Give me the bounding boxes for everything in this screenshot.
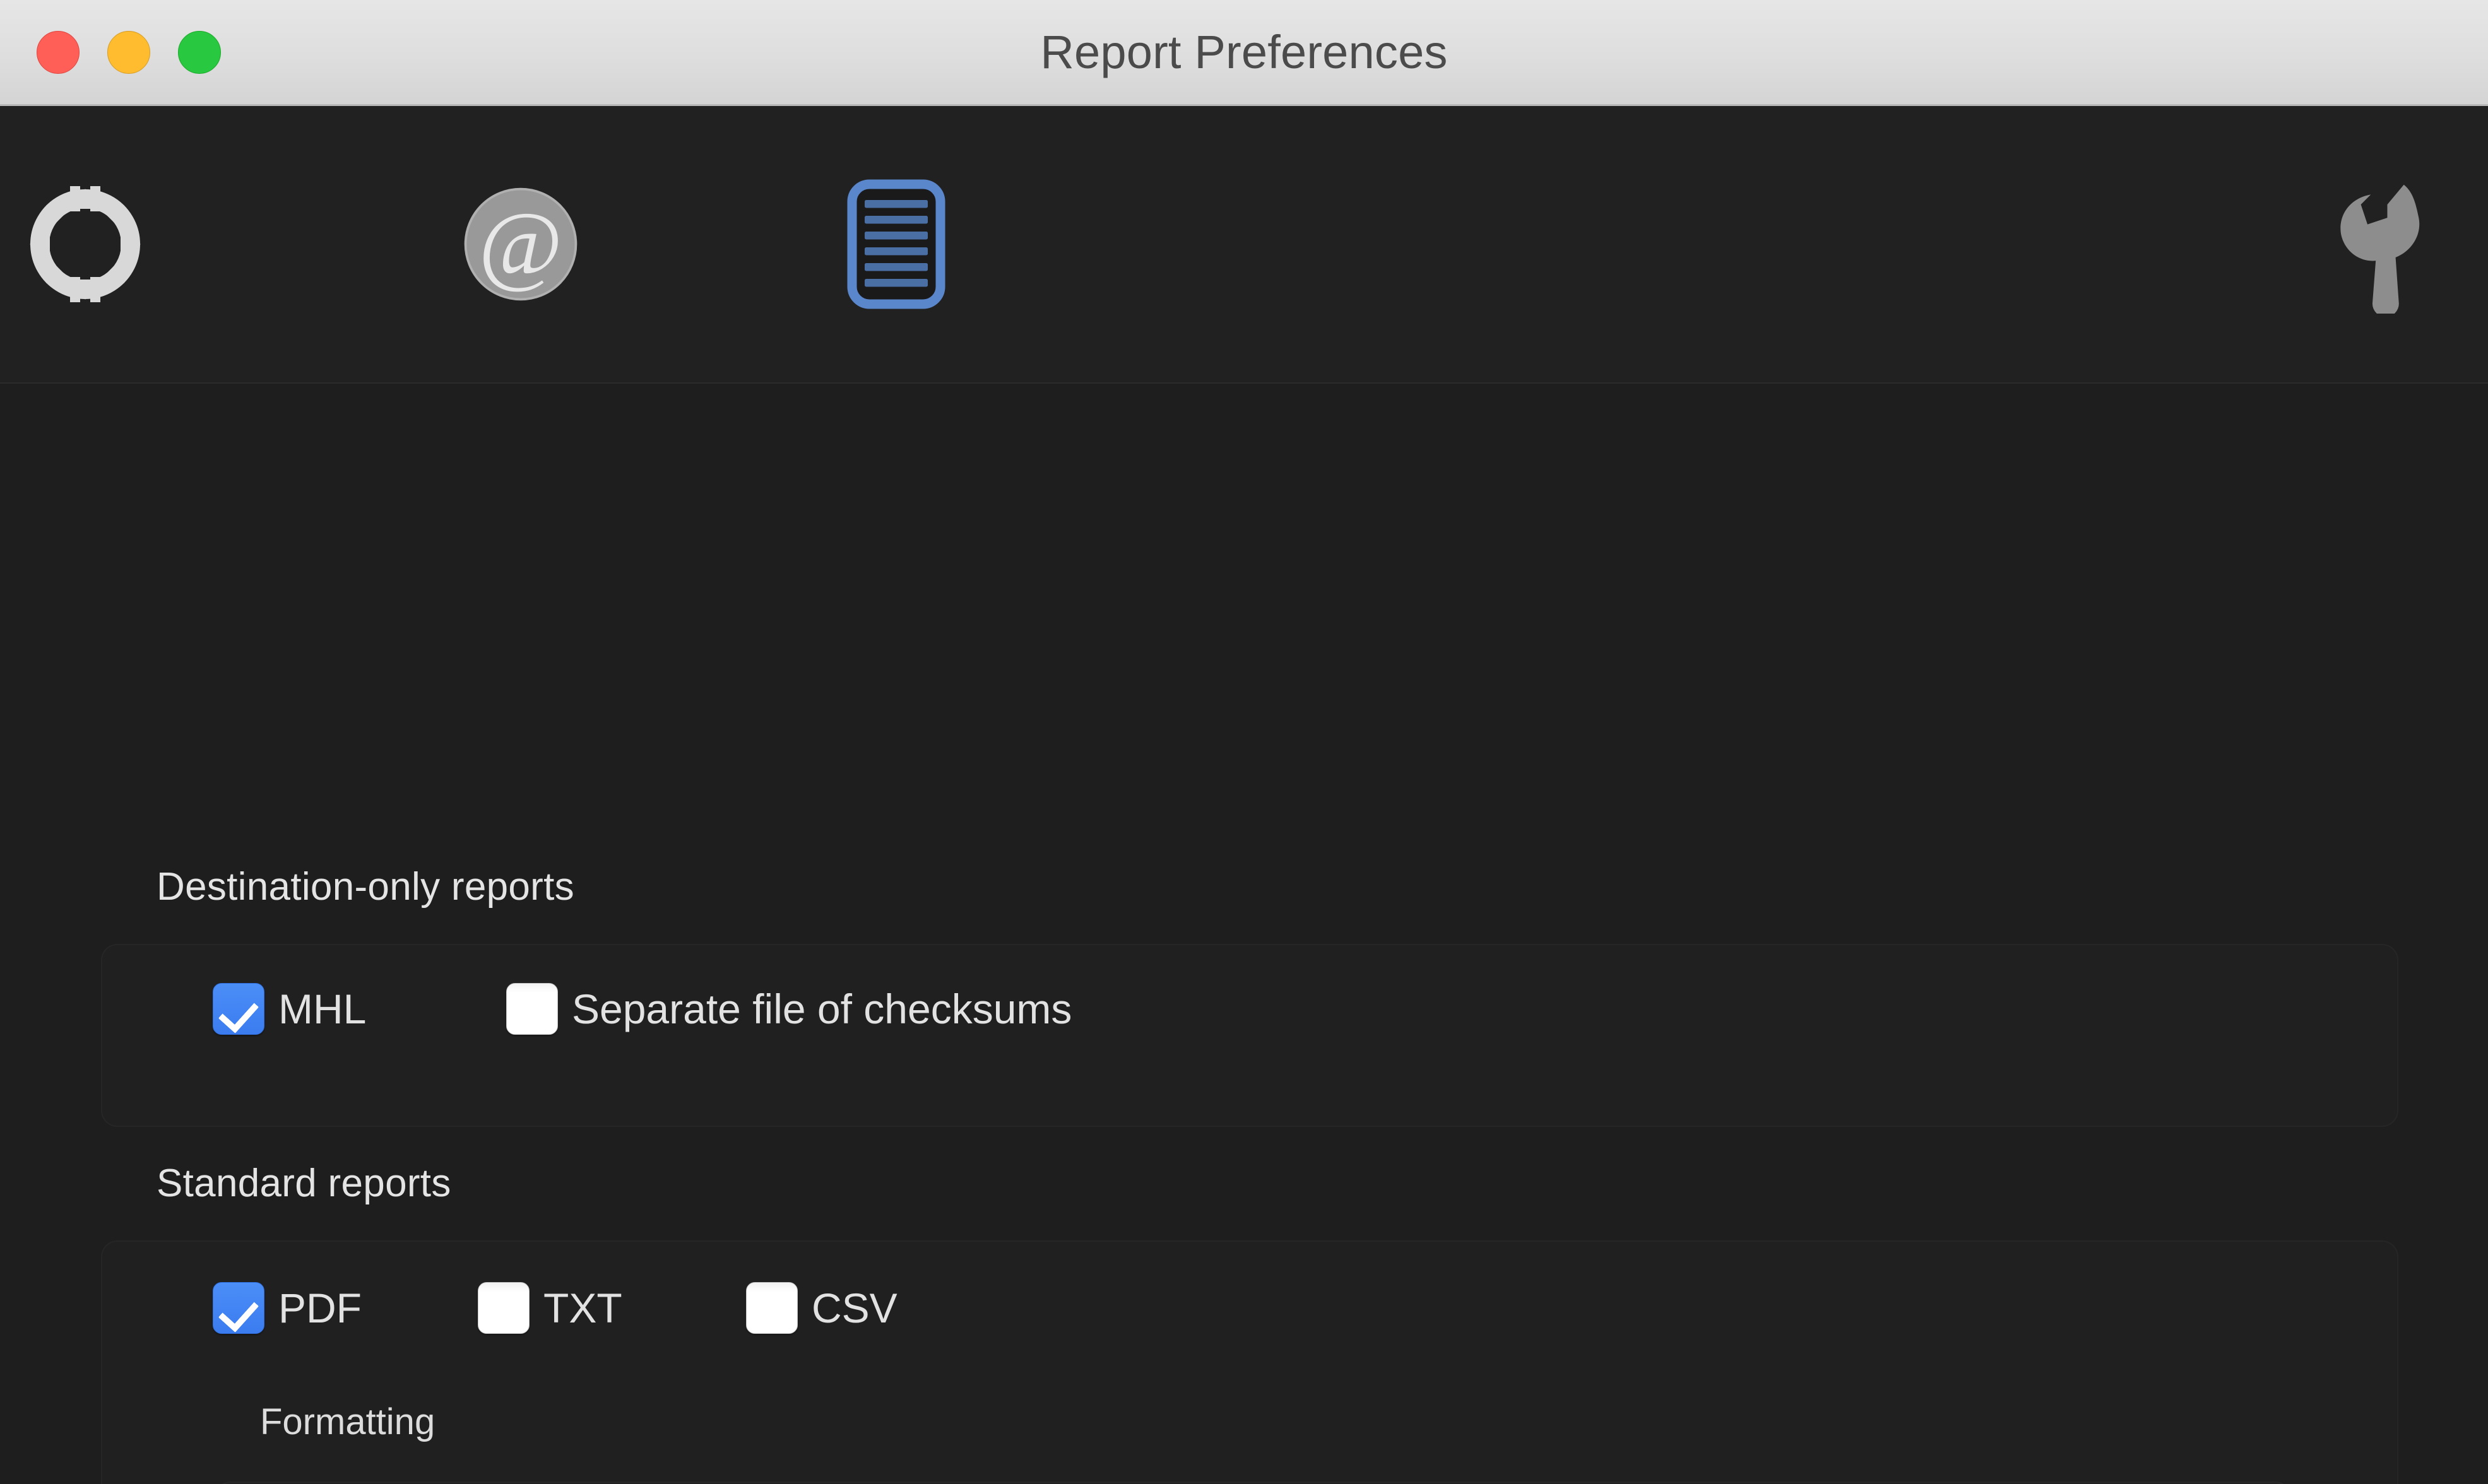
toolbar-tab-advanced[interactable] — [2299, 106, 2463, 382]
standard-reports-label: Standard reports — [157, 1162, 451, 1205]
preferences-toolbar: @ — [0, 106, 2488, 384]
separate-checksums-label: Separate file of checksums — [572, 986, 1072, 1032]
traffic-light-group — [37, 30, 221, 74]
txt-label: TXT — [543, 1285, 622, 1331]
close-window-button[interactable] — [37, 30, 80, 74]
zoom-window-button[interactable] — [178, 30, 221, 74]
document-icon — [846, 178, 947, 310]
destination-only-reports-label: Destination-only reports — [157, 865, 574, 909]
window-title: Report Preferences — [1040, 26, 1448, 78]
csv-checkbox[interactable] — [746, 1282, 798, 1334]
separate-checksums-checkbox-row[interactable]: Separate file of checksums — [506, 983, 1072, 1035]
preferences-content-pane: Destination-only reports MHL Separate fi… — [0, 384, 2488, 1484]
separate-checksums-checkbox[interactable] — [506, 983, 558, 1035]
toolbar-tab-general[interactable] — [6, 106, 164, 382]
txt-checkbox-row[interactable]: TXT — [478, 1282, 622, 1334]
toolbar-tab-email[interactable]: @ — [442, 106, 600, 382]
mhl-checkbox-row[interactable]: MHL — [213, 983, 366, 1035]
destination-only-reports-group: MHL Separate file of checksums — [101, 944, 2398, 1127]
formatting-label: Formatting — [260, 1401, 435, 1442]
mhl-label: MHL — [278, 986, 367, 1032]
toolbar-tab-reports[interactable] — [814, 106, 978, 382]
standard-reports-group: PDF TXT CSV Formatting Detailed Summ — [101, 1240, 2398, 1484]
wrench-icon — [2327, 175, 2434, 314]
pdf-checkbox[interactable] — [213, 1282, 264, 1334]
formatting-group: Detailed Summary Name Use Job Identifier — [215, 1481, 2291, 1484]
title-bar: Report Preferences — [0, 0, 2488, 106]
report-preferences-window: Report Preferences @ Destination-only re… — [0, 0, 2488, 1484]
pdf-checkbox-row[interactable]: PDF — [213, 1282, 362, 1334]
gear-icon — [22, 181, 148, 307]
csv-checkbox-row[interactable]: CSV — [746, 1282, 897, 1334]
minimize-window-button[interactable] — [107, 30, 150, 74]
svg-text:@: @ — [479, 194, 563, 295]
pdf-label: PDF — [278, 1285, 362, 1331]
txt-checkbox[interactable] — [478, 1282, 530, 1334]
at-sign-icon: @ — [461, 184, 581, 304]
csv-label: CSV — [812, 1285, 897, 1331]
mhl-checkbox[interactable] — [213, 983, 264, 1035]
